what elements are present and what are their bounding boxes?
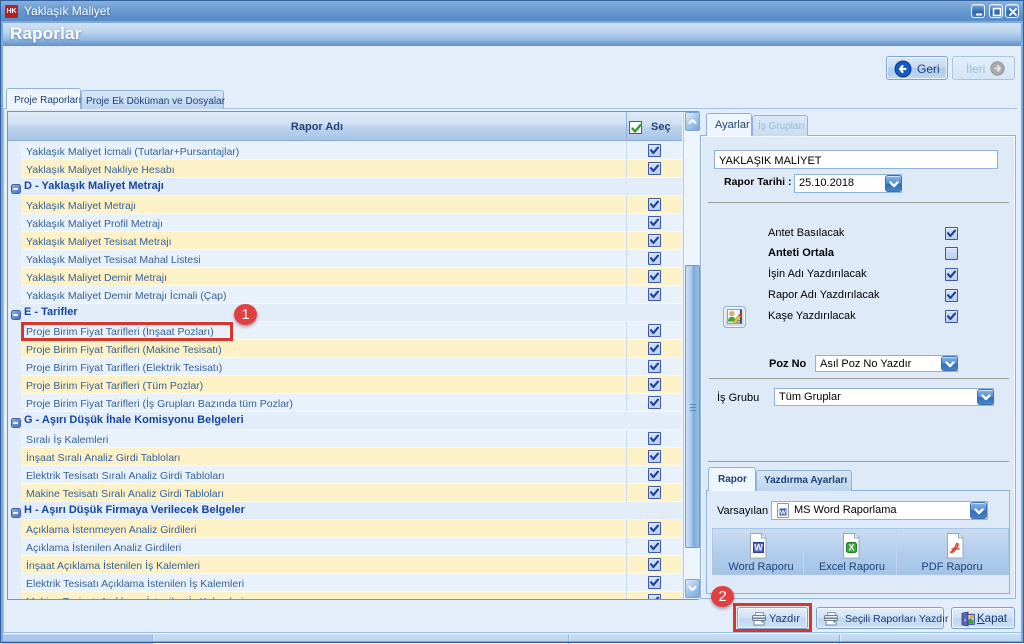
svg-text:W: W — [780, 509, 787, 516]
svg-text:X: X — [848, 543, 854, 553]
svg-text:W: W — [754, 543, 763, 553]
